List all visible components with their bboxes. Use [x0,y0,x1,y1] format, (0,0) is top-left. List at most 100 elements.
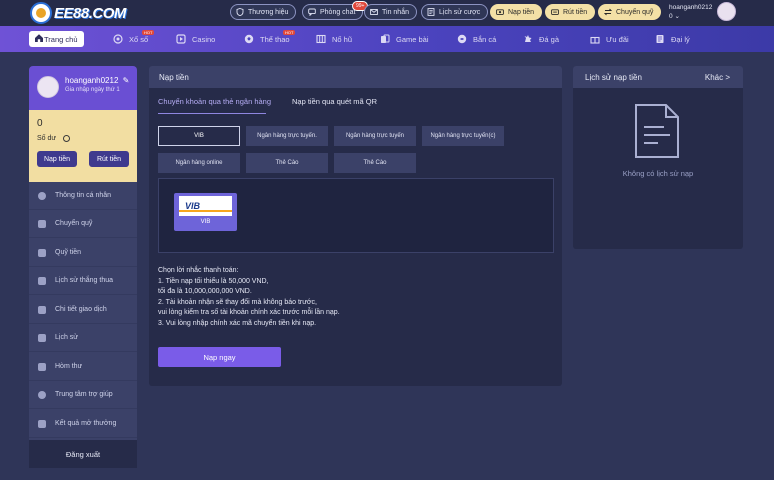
sidebar-item-win-loss[interactable]: Lịch sử thắng thua [29,267,137,295]
header-balance: 0 [669,13,673,20]
vib-bank-card[interactable]: VIB VIB [174,193,237,231]
logo-text: EE88.COM [54,4,126,22]
sidebar-item-history[interactable]: Lịch sử [29,324,137,352]
history-title: Lịch sử nạp tiền [585,73,642,82]
deposit-icon [496,8,504,16]
nav-item-fishing[interactable]: Bắn cá [457,26,496,52]
trophy-icon [38,419,46,428]
lottery-icon [113,34,123,44]
sidebar-item-help[interactable]: Trung tâm trợ giúp [29,381,137,409]
transfer-icon [38,219,46,228]
hot-badge-lottery: HOT [142,30,155,35]
bet-history-button[interactable]: Lịch sử cược [421,4,489,20]
nav-item-promotions[interactable]: Ưu đãi [590,26,629,52]
bank-option-scratch-card-2[interactable]: Thẻ Cào [334,153,416,173]
balance-label: Số dư [37,135,57,142]
user-icon [38,191,46,200]
brand-button[interactable]: Thương hiệu [230,4,297,20]
user-card: hoanganh0212 ✎ Gia nhập ngày thứ 1 0 Số … [29,66,137,182]
chat-icon [308,8,316,16]
help-icon [38,390,46,399]
edit-icon[interactable]: ✎ [123,76,130,85]
fish-icon [457,34,467,44]
chevron-down-icon: ⌄ [674,13,680,20]
withdraw-button-top[interactable]: Rút tiền [545,4,596,20]
empty-history-text: Không có lịch sử nạp [622,169,694,178]
nav-item-home[interactable]: Trang chủ [29,31,84,47]
empty-document-icon [635,104,679,158]
deposit-panel: Nạp tiền Chuyển khoản qua thẻ ngân hàng … [149,66,562,386]
logo-mascot-icon [30,2,52,24]
balance-box: 0 Số dư Nạp tiền Rút tiền [29,110,137,182]
header-user-info[interactable]: hoanganh0212 0 ⌄ [669,3,713,21]
bank-option-vib[interactable]: VIB [158,126,240,146]
tab-bank-transfer[interactable]: Chuyển khoản qua thẻ ngân hàng [158,97,271,106]
withdraw-icon [551,8,559,16]
home-icon [34,33,44,45]
sidebar-item-transfer[interactable]: Chuyển quỹ [29,210,137,238]
nav-item-cockfight[interactable]: Đá gà [523,26,559,52]
mail-icon [370,8,378,16]
sidebar-item-results[interactable]: Kết quả mở thưởng [29,410,137,438]
top-header: EE88.COM Thương hiệu Phòng chat 99+ Tin … [0,0,774,26]
receipt-icon [38,305,46,314]
slot-icon [316,34,326,44]
agent-icon [655,34,665,44]
header-avatar[interactable] [717,2,736,21]
chat-room-button[interactable]: Phòng chat 99+ [302,1,369,20]
chart-icon [38,276,46,285]
active-tab-underline [158,113,266,114]
transfer-icon [604,8,612,16]
messages-button[interactable]: Tin nhắn [364,4,417,20]
soccer-icon [244,34,254,44]
avatar[interactable] [37,76,59,98]
bank-account-box: VIB VIB [158,178,554,253]
vib-bank-name: VIB [200,219,211,225]
wallet-icon [38,248,46,257]
nav-item-card-games[interactable]: Game bài [380,26,429,52]
refresh-icon[interactable] [63,135,70,142]
tab-qr-deposit[interactable]: Nạp tiền qua quét mã QR [292,97,377,106]
bank-option-online-bank[interactable]: Ngân hàng online [158,153,240,173]
bank-option-online-c[interactable]: Ngân hàng trực tuyến(c) [422,126,504,146]
withdraw-button[interactable]: Rút tiền [89,151,129,167]
gift-icon [590,34,600,44]
bank-option-online-1[interactable]: Ngân hàng trực tuyến. [246,126,328,146]
sidebar-item-transactions[interactable]: Chi tiết giao dịch [29,296,137,324]
payment-notes: Chọn lời nhắc thanh toán: 1. Tiền nạp tố… [158,267,340,327]
bank-option-online-2[interactable]: Ngân hàng trực tuyến [334,126,416,146]
sidebar-menu: Thông tin cá nhân Chuyển quỹ Quỹ tiền Lị… [29,182,137,440]
sidebar-item-profile[interactable]: Thông tin cá nhân [29,182,137,210]
join-day-text: Gia nhập ngày thứ 1 [65,87,120,93]
panel-title: Nạp tiền [149,66,562,88]
user-card-header: hoanganh0212 ✎ Gia nhập ngày thứ 1 [29,66,137,110]
nav-item-casino[interactable]: Casino [176,26,215,52]
cards-icon [380,34,390,44]
header-username: hoanganh0212 [669,4,713,11]
balance-value: 0 [37,118,43,129]
logout-button[interactable]: Đăng xuất [29,440,137,468]
history-icon [427,8,435,16]
history-header: Lịch sử nạp tiền Khác > [573,66,743,88]
nav-item-agent[interactable]: Đại lý [655,26,690,52]
shield-icon [236,8,244,16]
casino-icon [176,34,186,44]
main-navigation: Trang chủ Xổ số HOT Casino Thể thao HOT … [0,26,774,52]
deposit-button[interactable]: Nạp tiền [37,151,77,167]
sidebar-item-mailbox[interactable]: Hòm thư [29,353,137,381]
bank-option-scratch-card-1[interactable]: Thẻ Cào [246,153,328,173]
site-logo[interactable]: EE88.COM [30,1,126,25]
sidebar-username: hoanganh0212 ✎ [65,76,130,85]
rooster-icon [523,34,533,44]
vib-logo: VIB [179,196,232,216]
hot-badge-sports: HOT [283,30,296,35]
deposit-button-top[interactable]: Nạp tiền [490,4,543,20]
transfer-button-top[interactable]: Chuyển quỹ [598,4,662,20]
history-more-link[interactable]: Khác > [705,73,730,82]
mail-icon [38,362,46,371]
nav-item-slots[interactable]: Nổ hũ [316,26,352,52]
sidebar-item-wallet[interactable]: Quỹ tiền [29,239,137,267]
history-icon [38,333,46,342]
deposit-history-panel: Lịch sử nạp tiền Khác > Không có lịch sử… [573,66,743,249]
deposit-now-button[interactable]: Nạp ngay [158,347,281,367]
